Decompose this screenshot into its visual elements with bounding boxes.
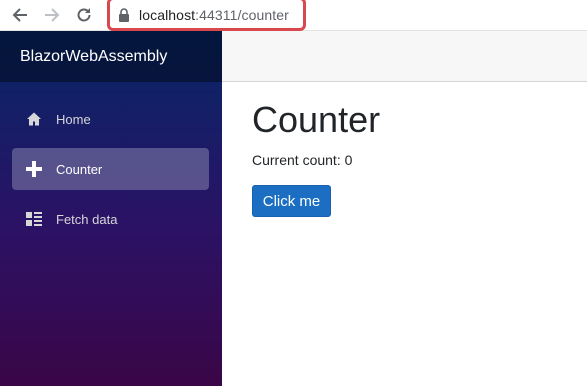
plus-icon [26,161,42,177]
list-rich-icon [26,211,42,227]
sidebar-item-fetch-data[interactable]: Fetch data [12,198,209,240]
sidebar-item-label: Home [56,111,91,127]
address-highlight-box [107,0,306,31]
sidebar-item-home[interactable]: Home [12,98,209,140]
top-row [222,31,587,82]
click-me-button[interactable]: Click me [252,185,331,217]
home-icon [26,111,42,127]
browser-toolbar: localhost:44311/counter [0,0,587,31]
forward-arrow-icon[interactable] [41,4,63,26]
current-count: Current count: 0 [252,152,353,168]
sidebar-item-label: Fetch data [56,211,118,227]
brand-row: BlazorWebAssembly [0,31,222,82]
sidebar-item-counter[interactable]: Counter [12,148,209,190]
page-title: Counter [252,99,381,140]
back-arrow-icon[interactable] [9,4,31,26]
sidebar: BlazorWebAssembly Home Counter Fetch dat… [0,31,222,386]
brand-link[interactable]: BlazorWebAssembly [20,48,167,66]
sidebar-item-label: Counter [56,161,103,177]
reload-icon[interactable] [73,4,95,26]
